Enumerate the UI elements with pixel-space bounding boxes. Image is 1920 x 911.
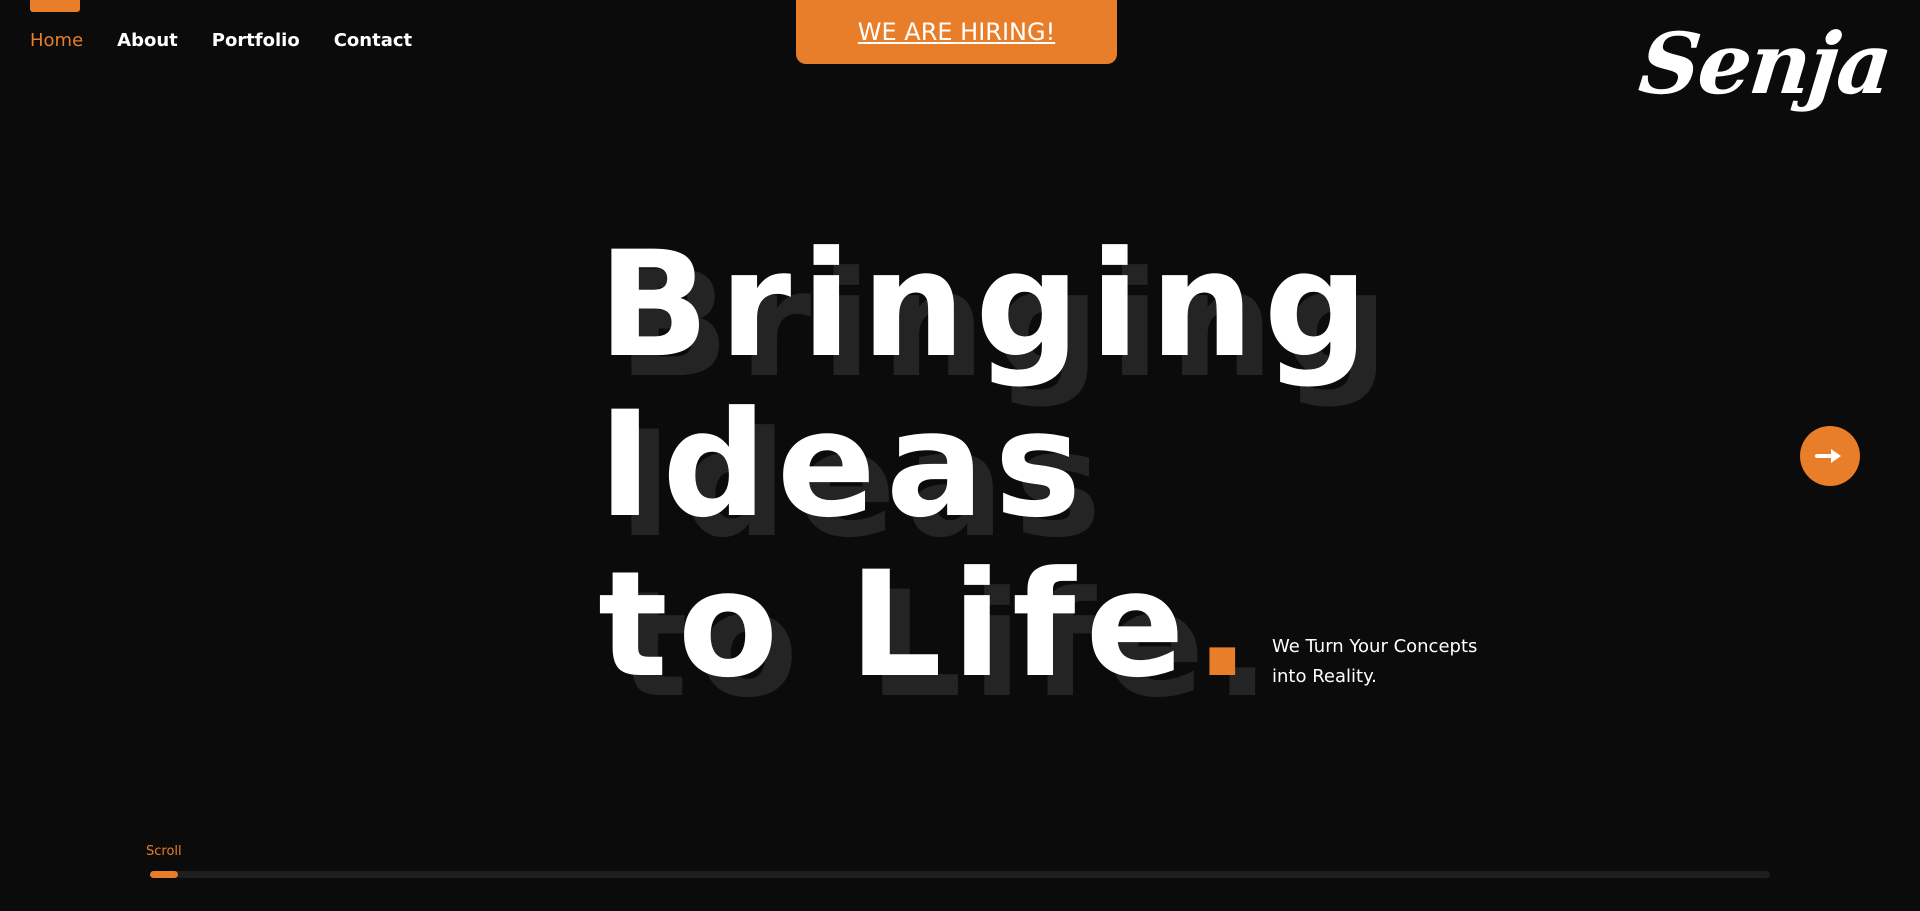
nav-item-contact[interactable]: Contact xyxy=(334,30,412,51)
headline-dot: . xyxy=(1194,540,1261,710)
headline-line-2: Ideas xyxy=(598,380,1092,550)
next-slide-button[interactable] xyxy=(1800,426,1860,486)
headline-line-3: to Life. xyxy=(598,545,1378,705)
nav-item-portfolio[interactable]: Portfolio xyxy=(212,30,300,51)
headline-line-3-text: to Life xyxy=(598,540,1195,710)
scroll-progress-fill xyxy=(150,871,178,878)
arrow-right-icon xyxy=(1815,449,1841,463)
nav-active-indicator xyxy=(30,0,80,12)
nav-item-home[interactable]: Home xyxy=(30,30,83,51)
page: Home About Portfolio Contact WE ARE HIRI… xyxy=(0,0,1920,911)
main-nav: Home About Portfolio Contact xyxy=(30,30,412,51)
scroll-label: Scroll xyxy=(146,844,182,859)
logo[interactable]: Senja xyxy=(1635,14,1895,113)
scroll-progress-track[interactable] xyxy=(150,871,1770,878)
hero-headline: Bringing Ideas to Life. xyxy=(598,225,1378,705)
hero-subtext: We Turn Your Concepts into Reality. xyxy=(1272,636,1478,687)
headline-line-1: Bringing xyxy=(598,220,1379,390)
hiring-banner-button[interactable]: WE ARE HIRING! xyxy=(796,0,1117,64)
nav-item-about[interactable]: About xyxy=(117,30,178,51)
